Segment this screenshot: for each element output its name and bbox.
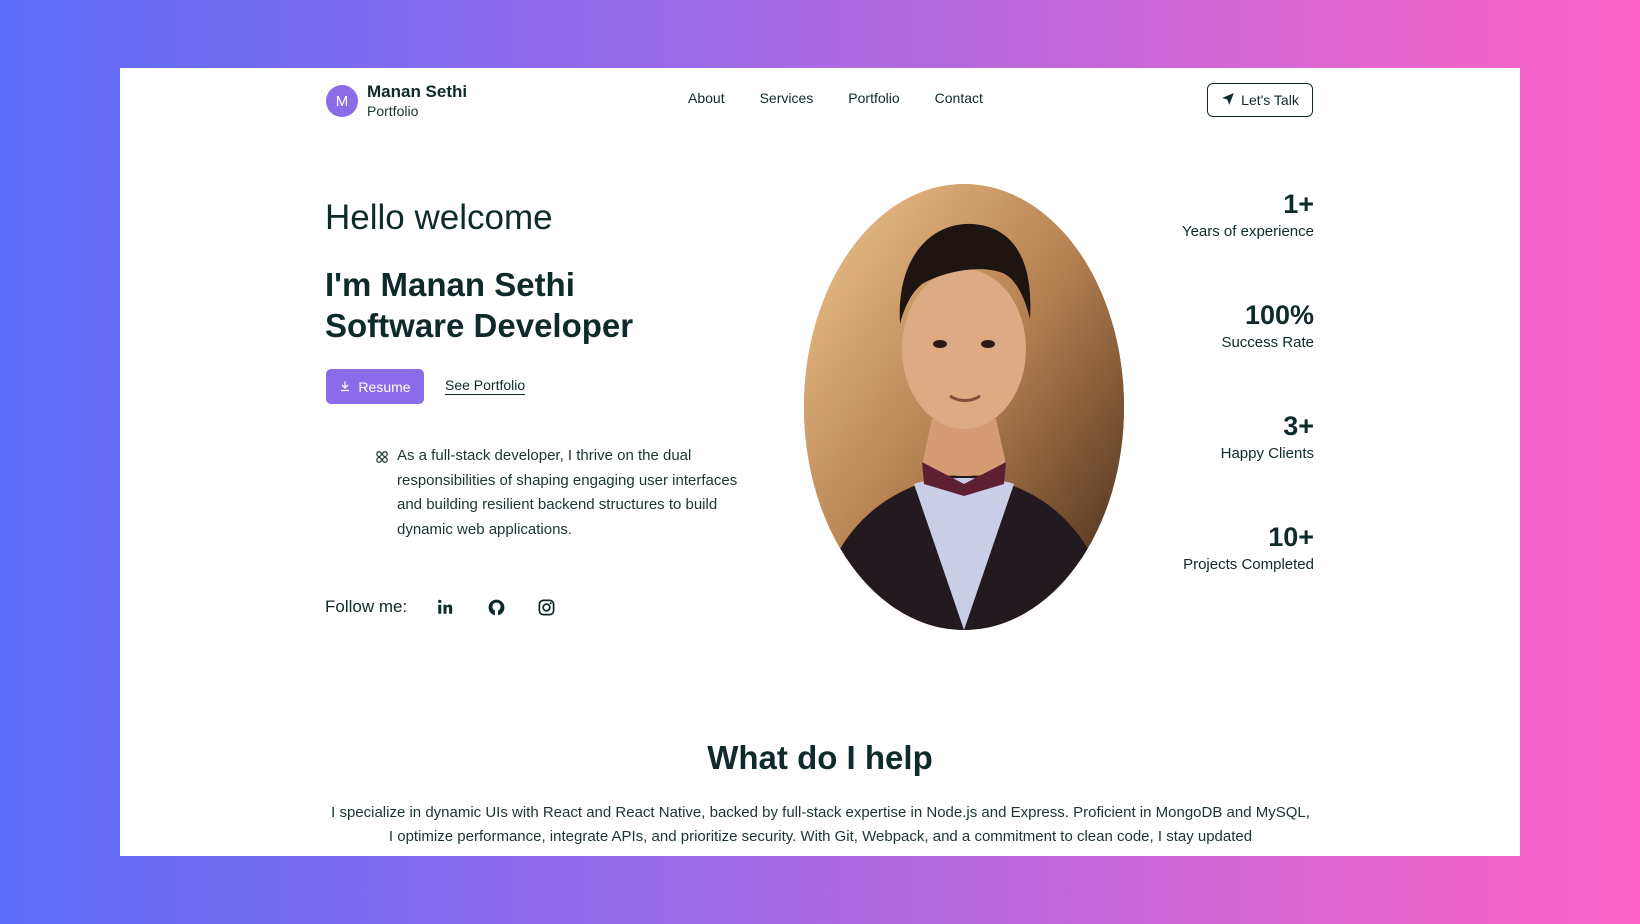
greeting: Hello welcome — [325, 198, 553, 237]
lets-talk-button[interactable]: Let's Talk — [1207, 83, 1313, 117]
stat-label: Success Rate — [1221, 334, 1314, 351]
nav-services[interactable]: Services — [760, 90, 814, 106]
intro-name: I'm Manan Sethi — [325, 266, 575, 303]
stat-value: 10+ — [1268, 522, 1314, 552]
stat-label: Happy Clients — [1220, 445, 1314, 462]
stat-experience: 1+ Years of experience — [1182, 188, 1314, 240]
stat-label: Projects Completed — [1183, 556, 1314, 573]
lets-talk-label: Let's Talk — [1241, 92, 1299, 108]
stat-success-rate: 100% Success Rate — [1221, 299, 1314, 351]
stat-happy-clients: 3+ Happy Clients — [1221, 410, 1314, 462]
download-icon — [339, 379, 351, 395]
send-icon — [1221, 92, 1235, 109]
stat-value: 1+ — [1283, 189, 1314, 219]
section-description: I specialize in dynamic UIs with React a… — [331, 804, 1310, 845]
brand-name: Manan Sethi — [367, 82, 468, 101]
resume-label: Resume — [358, 378, 411, 395]
main-nav: About Services Portfolio Contact — [688, 90, 983, 106]
portfolio-page: M Manan Sethi Portfolio About Services P… — [120, 68, 1520, 856]
brand[interactable]: M Manan Sethi Portfolio — [326, 82, 467, 120]
brand-subtitle: Portfolio — [367, 103, 419, 119]
linkedin-icon[interactable] — [434, 596, 456, 618]
stat-value: 3+ — [1283, 411, 1314, 441]
about-description: As a full-stack developer, I thrive on t… — [397, 447, 738, 538]
nav-portfolio[interactable]: Portfolio — [848, 90, 899, 106]
section-title: What do I help — [707, 739, 933, 776]
resume-button[interactable]: Resume — [326, 369, 424, 404]
github-icon[interactable] — [485, 596, 507, 618]
stat-projects: 10+ Projects Completed — [1183, 521, 1314, 573]
stat-label: Years of experience — [1181, 223, 1314, 240]
intro-role: Software Developer — [325, 307, 634, 344]
profile-photo — [804, 184, 1124, 630]
stat-value: 100% — [1244, 300, 1314, 330]
command-icon — [375, 450, 389, 469]
nav-contact[interactable]: Contact — [935, 90, 983, 106]
instagram-icon[interactable] — [535, 596, 557, 618]
intro-heading: I'm Manan Sethi Software Developer — [325, 264, 633, 346]
see-portfolio-link[interactable]: See Portfolio — [445, 377, 526, 395]
nav-about[interactable]: About — [688, 90, 725, 106]
follow-label: Follow me: — [325, 597, 408, 616]
brand-logo: M — [326, 85, 358, 117]
